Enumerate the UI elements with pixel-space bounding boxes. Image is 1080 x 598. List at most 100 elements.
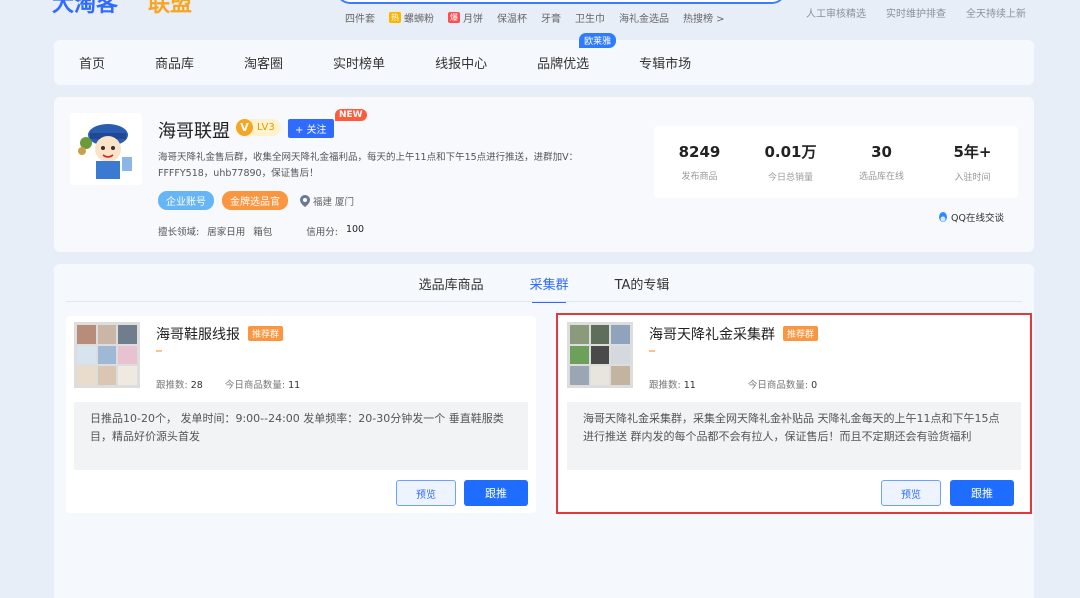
stat-value: 5年+ — [953, 143, 992, 161]
service-note: 全天持续上新 — [966, 9, 1026, 20]
stat-value: 0.01万 — [764, 143, 817, 161]
follow-count-label: 跟推数: — [156, 380, 188, 391]
stat-library-online: 30 选品库在线 — [836, 143, 927, 182]
thumbnail — [570, 345, 589, 365]
tab-collection-groups[interactable]: 采集群 — [530, 274, 569, 303]
tab-albums[interactable]: TA的专辑 — [615, 274, 670, 303]
stat-label: 发布商品 — [681, 171, 718, 182]
stat-label: 选品库在线 — [858, 171, 904, 182]
stat-label: 入驻时间 — [954, 173, 991, 183]
today-count-value: 11 — [288, 380, 301, 391]
hot-badge-icon: 热 — [389, 12, 401, 23]
follow-button[interactable]: + 关注 — [288, 119, 334, 138]
site-logo[interactable]: 大淘客 — [52, 0, 118, 18]
decor-dash — [649, 350, 655, 352]
site-logo-suffix: 联盟 — [148, 0, 193, 17]
hot-word-label: 牙膏 — [541, 14, 561, 25]
profile-card: 海哥联盟 V LV3 + 关注 NEW 海哥天降礼金售后群，收集全网天降礼金福利… — [54, 97, 1034, 252]
thumbnail — [118, 366, 137, 385]
nav-item-taoke-circle[interactable]: 淘客圈 — [244, 53, 283, 72]
thumbnail — [77, 345, 96, 365]
hot-word-label: 四件套 — [345, 14, 375, 25]
top-header: 大淘客 联盟 四件套 热螺蛳粉 爆月饼 保温杯 牙膏 卫生巾 海礼金选品 热搜榜… — [0, 0, 1080, 38]
recommended-tag: 推荐群 — [248, 326, 284, 341]
tab-divider — [66, 301, 1022, 302]
skill-item: 居家日用 — [207, 227, 246, 238]
group-meta: 跟推数: 28 今日商品数量: 11 — [156, 377, 300, 391]
group-meta: 跟推数: 11 今日商品数量: 0 — [649, 377, 817, 391]
hot-word[interactable]: 牙膏 — [541, 10, 561, 25]
gold-selector-tag: 金牌选品官 — [222, 191, 288, 210]
today-count-label: 今日商品数量: — [747, 380, 809, 391]
nav-item-brand-select[interactable]: 品牌优选 欧莱雅 — [537, 33, 617, 72]
follow-count-value: 28 — [190, 380, 203, 391]
group-title-text: 海哥天降礼金采集群 — [649, 327, 775, 343]
hot-list-link[interactable]: 热搜榜 > — [683, 10, 725, 25]
thumbnail — [97, 345, 117, 365]
group-description: 日推品10-20个， 发单时间：9:00--24:00 发单频率：20-30分钟… — [74, 402, 528, 470]
follow-count: 跟推数: 28 — [156, 377, 203, 391]
stat-label: 今日总销量 — [767, 173, 813, 183]
skill-label: 擅长领域: — [158, 227, 200, 238]
follow-count: 跟推数: 11 — [649, 377, 696, 391]
thumbnail — [77, 325, 96, 344]
group-title[interactable]: 海哥天降礼金采集群 推荐群 — [649, 324, 819, 344]
thumbnail — [118, 325, 137, 344]
avatar-image — [70, 113, 142, 185]
follow-push-button[interactable]: 跟推 — [464, 480, 528, 506]
credit-label: 信用分: — [306, 227, 338, 238]
service-note: 实时维护排查 — [886, 9, 946, 20]
hot-word-label: 海礼金选品 — [619, 14, 669, 25]
thumbnail — [77, 366, 96, 385]
thumbnail — [97, 325, 117, 344]
thumbnail — [570, 366, 589, 385]
search-bar[interactable] — [336, 0, 786, 4]
enterprise-tag: 企业账号 — [158, 191, 214, 210]
group-title-text: 海哥鞋服线报 — [156, 327, 240, 343]
hot-word-label: 热搜榜 > — [683, 14, 725, 25]
follow-push-button[interactable]: 跟推 — [950, 480, 1014, 506]
group-thumbnail-grid — [567, 322, 633, 388]
stat-published: 8249 发布商品 — [654, 143, 745, 182]
decor-dash — [156, 350, 162, 352]
qq-chat-label: QQ在线交谈 — [951, 213, 1004, 224]
brand-badge: 欧莱雅 — [579, 33, 617, 48]
level-badge: V LV3 — [236, 119, 281, 136]
hot-word[interactable]: 卫生巾 — [575, 10, 605, 25]
nav-item-product-library[interactable]: 商品库 — [155, 53, 194, 72]
thumbnail — [97, 366, 117, 385]
hot-word[interactable]: 热螺蛳粉 — [389, 10, 434, 25]
main-nav: 首页 商品库 淘客圈 实时榜单 线报中心 品牌优选 欧莱雅 专辑市场 — [54, 33, 1034, 85]
qq-penguin-icon — [939, 211, 947, 222]
service-notes: 人工审核精选 实时维护排查 全天持续上新 — [806, 5, 1026, 20]
preview-button[interactable]: 预览 — [396, 480, 456, 506]
group-title[interactable]: 海哥鞋服线报 推荐群 — [156, 324, 284, 344]
group-card[interactable]: 海哥天降礼金采集群 推荐群 跟推数: 11 今日商品数量: 0 海哥天降礼金采集群… — [559, 316, 1029, 513]
group-card[interactable]: 海哥鞋服线报 推荐群 跟推数: 28 今日商品数量: 11 日推品10-20个， … — [66, 316, 536, 513]
thumbnail — [590, 325, 610, 344]
stat-value: 8249 — [678, 142, 721, 161]
service-note: 人工审核精选 — [806, 9, 866, 20]
hot-word-label: 月饼 — [463, 14, 483, 25]
nav-item-album-market[interactable]: 专辑市场 — [639, 53, 691, 72]
today-count: 今日商品数量: 0 — [748, 377, 817, 391]
tab-library-products[interactable]: 选品库商品 — [419, 274, 484, 303]
profile-tags: 企业账号 金牌选品官 福建 厦门 — [158, 191, 354, 210]
nav-item-home[interactable]: 首页 — [79, 53, 105, 72]
hot-word[interactable]: 四件套 — [345, 10, 375, 25]
preview-button[interactable]: 预览 — [881, 480, 941, 506]
nav-item-deal-center[interactable]: 线报中心 — [435, 53, 487, 72]
tab-bar: 选品库商品 采集群 TA的专辑 — [54, 274, 1034, 303]
hot-word[interactable]: 保温杯 — [497, 10, 527, 25]
thumbnail — [118, 345, 137, 365]
shop-name: 海哥联盟 — [158, 121, 230, 142]
today-count-label: 今日商品数量: — [224, 380, 286, 391]
qq-chat-link[interactable]: QQ在线交谈 — [938, 210, 1004, 224]
nav-item-realtime-rank[interactable]: 实时榜单 — [333, 53, 385, 72]
new-tag: NEW — [335, 109, 367, 121]
skill-row: 擅长领域: 居家日用 箱包 信用分: 100 — [158, 224, 364, 238]
location: 福建 厦门 — [300, 194, 354, 208]
hot-word[interactable]: 爆月饼 — [448, 10, 483, 25]
credit-value: 100 — [345, 224, 365, 235]
hot-word[interactable]: 海礼金选品 — [619, 10, 669, 25]
